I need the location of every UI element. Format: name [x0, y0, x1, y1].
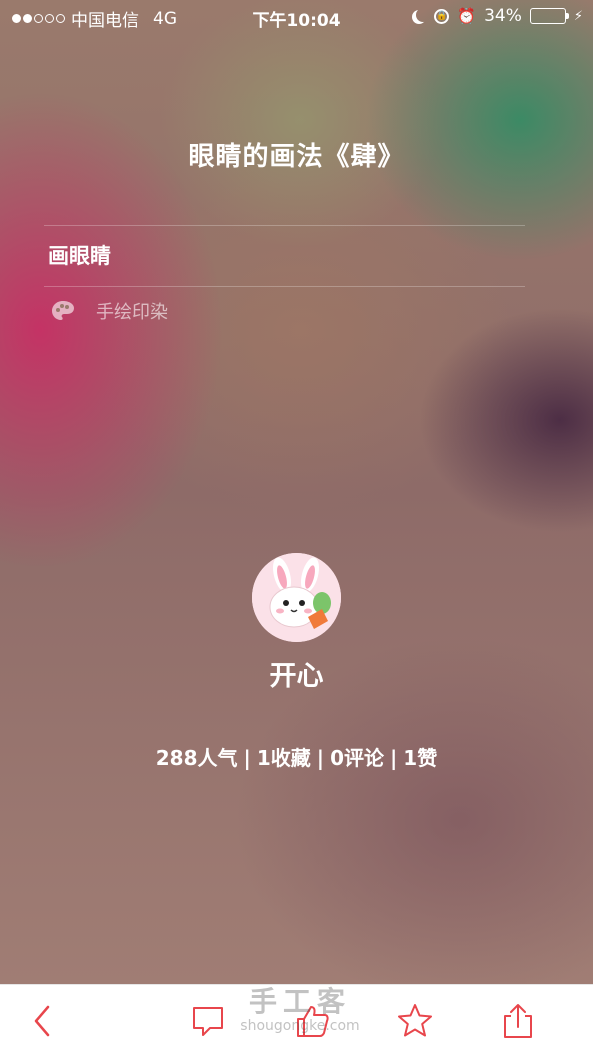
bunny-avatar: [252, 553, 341, 642]
comments-count: 0评论: [330, 746, 384, 770]
title-divider: [44, 225, 525, 226]
likes-count: 1赞: [403, 746, 438, 770]
palette-icon: [52, 301, 74, 320]
star-icon: [398, 1004, 432, 1037]
favorite-button[interactable]: [393, 999, 437, 1043]
do-not-disturb-icon: [416, 8, 430, 22]
rotation-lock-icon: 🔒: [434, 8, 450, 24]
back-button[interactable]: [20, 999, 64, 1043]
subtitle-divider: [44, 286, 525, 287]
charging-icon: ⚡: [573, 8, 583, 24]
comment-button[interactable]: [186, 999, 230, 1043]
category-tag[interactable]: 手绘印染: [50, 298, 168, 324]
stats-separator: |: [389, 746, 398, 770]
comment-icon: [193, 1007, 223, 1036]
stats-separator: |: [316, 746, 325, 770]
share-icon: [504, 1004, 532, 1038]
author-avatar[interactable]: [252, 553, 341, 642]
favorites-count: 1收藏: [256, 746, 311, 770]
views-count: 288人气: [155, 746, 238, 770]
watermark: 手工客 shougongke.com: [230, 985, 370, 1035]
article-title: 眼睛的画法《肆》: [188, 142, 405, 172]
article-subtitle: 画眼睛: [48, 244, 111, 268]
watermark-en: shougongke.com: [240, 1018, 360, 1034]
share-button[interactable]: [496, 999, 540, 1043]
stats-separator: |: [243, 746, 251, 770]
back-icon: [34, 1005, 50, 1037]
status-right: 🔒 ⏰ 34% ⚡: [412, 6, 583, 26]
watermark-cn: 手工客: [248, 985, 351, 1018]
alarm-icon: ⏰: [457, 7, 477, 25]
battery-icon: [529, 8, 569, 24]
author-name[interactable]: 开心: [0, 654, 593, 693]
battery-percent: 34%: [484, 6, 522, 26]
article-stats: 288人气 | 1收藏 | 0评论 | 1赞: [0, 742, 593, 771]
category-label: 手绘印染: [96, 302, 168, 323]
status-bar: 中国电信 4G 下午10:04 🔒 ⏰ 34% ⚡: [0, 0, 593, 34]
